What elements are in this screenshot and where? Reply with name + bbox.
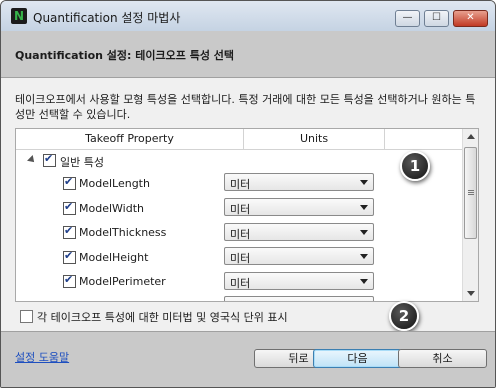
row-checkbox[interactable] [63,273,76,288]
row-label: ModelPerimeter [79,275,166,288]
unit-value: 미터 [230,252,251,265]
row-checkbox[interactable] [63,249,76,264]
dropdown-arrow-icon [360,205,368,210]
group-checkbox[interactable] [43,152,56,167]
maximize-icon: ☐ [432,12,441,23]
dropdown-arrow-icon [360,254,368,259]
description-text: 테이크오프에서 사용할 모형 특성을 선택합니다. 특정 거래에 대한 모든 특… [15,93,476,121]
scrollbar-thumb[interactable] [464,147,477,239]
unit-dropdown-partial[interactable] [224,296,374,301]
unit-dropdown[interactable]: 미터 [224,247,374,265]
dropdown-arrow-icon [360,279,368,284]
unit-dropdown[interactable]: 미터 [224,272,374,290]
wizard-footer: 설정 도움말 뒤로 다음 취소 [1,331,495,387]
show-units-checkbox[interactable] [20,310,33,323]
callout-badge-1: 1 [400,151,430,181]
next-button[interactable]: 다음 [313,349,402,368]
row-label: ModelWidth [79,202,144,215]
wizard-header: Quantification 설정: 테이크오프 특성 선택 [1,31,495,78]
wizard-window: N Quantification 설정 마법사 — ☐ ✕ Quantifica… [0,0,496,388]
page-title: Quantification 설정: 테이크오프 특성 선택 [15,49,235,62]
callout-badge-2: 2 [389,301,419,331]
row-checkbox[interactable] [63,200,76,215]
scroll-down-icon[interactable] [467,291,475,296]
unit-value: 미터 [230,178,251,191]
unit-dropdown[interactable]: 미터 [224,173,374,191]
minimize-button[interactable]: — [395,10,420,27]
column-header-units[interactable]: Units [244,129,385,149]
dropdown-arrow-icon [360,180,368,185]
unit-value: 미터 [230,203,251,216]
app-logo-icon: N [11,8,27,24]
vertical-scrollbar[interactable] [462,129,478,301]
title-bar[interactable]: N Quantification 설정 마법사 — ☐ ✕ [1,1,495,31]
row-label: ModelHeight [79,251,149,264]
column-header-takeoff-property[interactable]: Takeoff Property [16,129,244,149]
help-link[interactable]: 설정 도움말 [15,349,69,365]
row-label: ModelLength [79,177,150,190]
unit-dropdown[interactable]: 미터 [224,223,374,241]
window-title: Quantification 설정 마법사 [33,11,181,25]
close-button[interactable]: ✕ [453,10,488,27]
maximize-button[interactable]: ☐ [424,10,449,27]
row-checkbox[interactable] [63,175,76,190]
dropdown-arrow-icon [360,230,368,235]
scroll-up-icon[interactable] [467,134,475,139]
app-logo-letter: N [14,9,25,23]
unit-dropdown[interactable]: 미터 [224,198,374,216]
table-header: Takeoff Property Units [16,129,462,150]
unit-value: 미터 [230,277,251,290]
minimize-icon: — [402,12,413,23]
grip-icon [468,190,474,191]
close-icon: ✕ [466,12,475,23]
expand-collapse-icon[interactable] [27,155,37,165]
row-checkbox[interactable] [63,224,76,239]
unit-value: 미터 [230,228,251,241]
cancel-button[interactable]: 취소 [398,349,487,368]
row-label: ModelThickness [79,226,167,239]
show-units-label: 각 테이크오프 특성에 대한 미터법 및 영국식 단위 표시 [37,311,288,324]
group-label: 일반 특성 [60,156,104,169]
